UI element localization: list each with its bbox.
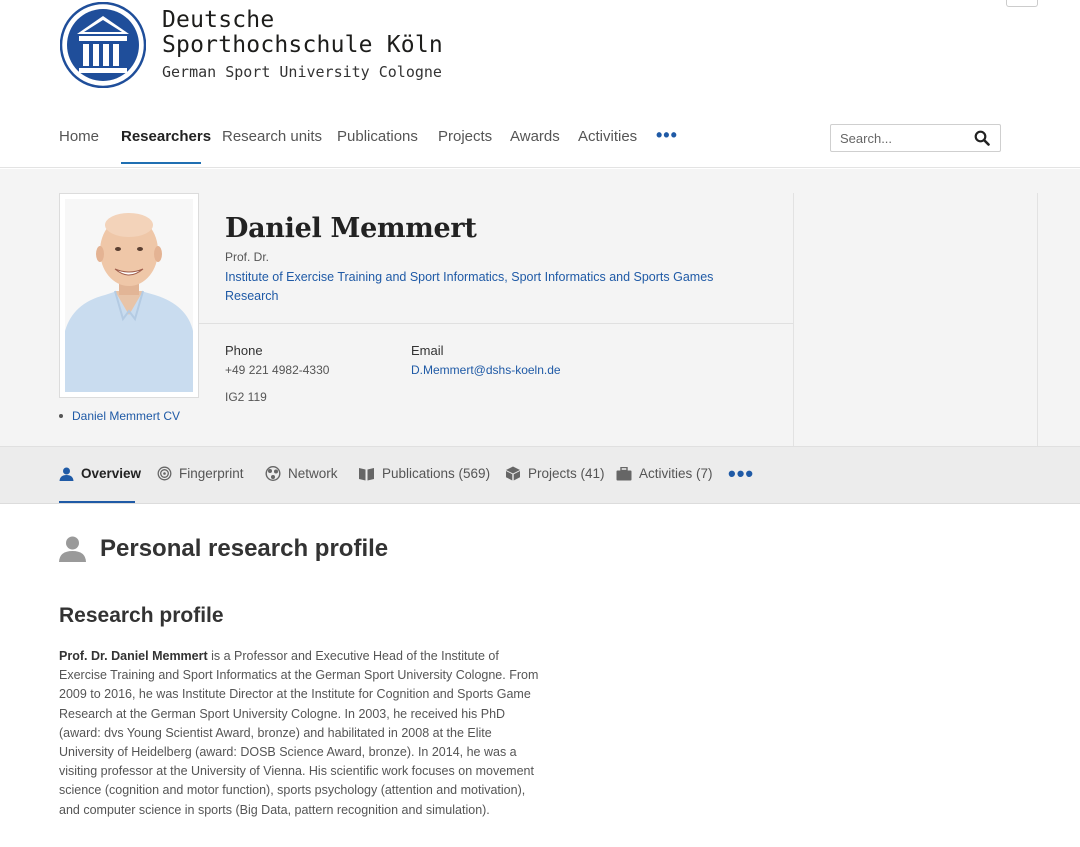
profile-main: Daniel Memmert CV Daniel Memmert Prof. D…	[0, 169, 793, 446]
profile-photo-frame	[59, 193, 199, 398]
person-title: Prof. Dr.	[225, 250, 270, 264]
phone-label: Phone	[225, 343, 263, 358]
nav-research-units[interactable]: Research units	[222, 128, 322, 145]
person-icon	[59, 467, 74, 481]
nav-more-button[interactable]: •••	[656, 126, 678, 144]
nav-activities[interactable]: Activities	[578, 128, 637, 145]
bullet-dot	[59, 413, 63, 418]
search-box	[830, 124, 1001, 152]
tab-active-indicator	[59, 501, 135, 503]
nav-publications[interactable]: Publications	[337, 128, 418, 145]
person-name: Daniel Memmert	[225, 213, 477, 244]
cv-link-label: Daniel Memmert CV	[72, 409, 181, 423]
bio-body: is a Professor and Executive Head of the…	[59, 649, 539, 817]
bio-name: Prof. Dr. Daniel Memmert	[59, 649, 208, 663]
profile-header: Daniel Memmert CV Daniel Memmert Prof. D…	[0, 169, 1080, 446]
tab-projects-label: Projects (41)	[528, 466, 605, 481]
email-label: Email	[411, 343, 444, 358]
tab-publications-label: Publications (569)	[382, 466, 491, 481]
cube-icon	[506, 466, 520, 481]
logo-line-2: Sporthochschule Köln	[162, 32, 443, 58]
profile-divider	[199, 323, 793, 324]
room-value: IG2 119	[225, 390, 267, 404]
section-title: Personal research profile	[100, 535, 389, 562]
logo-line-3: German Sport University Cologne	[162, 63, 442, 81]
tab-activities-label: Activities (7)	[639, 466, 713, 481]
tab-overview[interactable]: Overview	[59, 466, 141, 481]
tab-publications[interactable]: Publications (569)	[358, 466, 490, 481]
nav-home[interactable]: Home	[59, 128, 99, 145]
network-icon	[265, 466, 281, 481]
cv-link[interactable]: Daniel Memmert CV	[59, 409, 180, 423]
fingerprint-icon	[157, 466, 172, 481]
tab-fingerprint[interactable]: Fingerprint	[157, 466, 244, 481]
logo-line-1: Deutsche	[162, 7, 275, 33]
tab-network-label: Network	[288, 466, 338, 481]
profile-sidebar-column	[793, 193, 1038, 446]
tab-overview-label: Overview	[81, 466, 142, 481]
tab-activities[interactable]: Activities (7)	[616, 466, 713, 481]
tab-projects[interactable]: Projects (41)	[505, 466, 605, 481]
book-icon	[359, 467, 374, 480]
nav-awards[interactable]: Awards	[510, 128, 560, 145]
nav-projects[interactable]: Projects	[438, 128, 492, 145]
briefcase-icon	[616, 466, 632, 480]
tab-fingerprint-label: Fingerprint	[179, 466, 244, 481]
profile-photo	[65, 199, 193, 392]
person-portrait-image	[65, 199, 193, 392]
main-navigation: Home Researchers Research units Publicat…	[0, 110, 1080, 168]
university-wordmark[interactable]: Deutsche Sporthochschule Köln German Spo…	[162, 8, 443, 83]
tab-network[interactable]: Network	[265, 466, 338, 481]
search-icon[interactable]	[974, 130, 990, 146]
nav-researchers[interactable]: Researchers	[121, 128, 211, 145]
email-link[interactable]: D.Memmert@dshs-koeln.de	[411, 363, 561, 377]
site-header: Deutsche Sporthochschule Köln German Spo…	[0, 0, 1080, 110]
profile-tabs: Overview Fingerprint Network Publication…	[0, 446, 1080, 504]
university-logo-emblem[interactable]	[60, 2, 146, 88]
research-profile-text: Prof. Dr. Daniel Memmert is a Professor …	[59, 647, 539, 820]
nav-active-indicator	[121, 162, 201, 164]
language-switch-button[interactable]	[1006, 0, 1038, 7]
phone-value: +49 221 4982-4330	[225, 363, 330, 377]
tabs-more-button[interactable]: •••	[728, 461, 754, 487]
research-profile-heading: Research profile	[59, 604, 224, 627]
person-silhouette-icon	[59, 536, 86, 562]
search-input[interactable]	[831, 125, 966, 151]
organisation-unit-link[interactable]: Institute of Exercise Training and Sport…	[225, 268, 765, 306]
section-header: Personal research profile	[59, 535, 388, 563]
